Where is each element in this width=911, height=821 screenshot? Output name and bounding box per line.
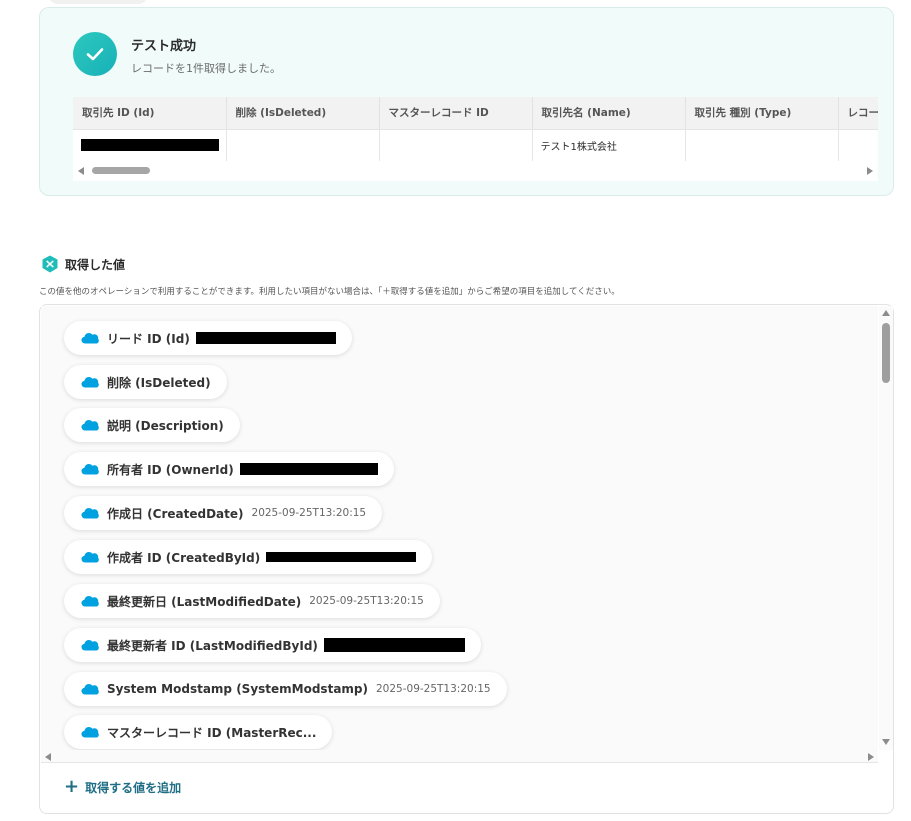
scroll-up-icon[interactable] [882,310,890,316]
success-subtitle: レコードを1件取得しました。 [131,62,281,75]
redacted-value [323,638,465,652]
value-chip-created-by-id[interactable]: 作成者 ID (CreatedById) [64,540,433,574]
value-chip-last-modified-date[interactable]: 最終更新日 (LastModifiedDate) 2025-09-25T13:2… [64,584,440,618]
value-text: 2025-09-25T13:20:15 [251,507,367,519]
cell-account-type [685,129,839,161]
column-header-account-type: 取引先 種別 (Type) [685,97,839,130]
value-chip-master-record-id[interactable]: マスターレコード ID (MasterRec... [64,715,333,749]
redacted-value [195,332,336,344]
value-label: 作成日 (CreatedDate) [107,506,244,521]
values-horizontal-scrollbar[interactable] [41,750,878,763]
scrollbar-thumb[interactable] [882,323,890,383]
success-check-icon [73,32,117,76]
top-tab-edge [48,0,148,4]
add-value-button[interactable]: + 取得する値を追加 [64,778,181,796]
salesforce-cloud-icon [81,377,99,388]
section-title: 取得した値 [65,258,126,272]
column-header-record-type: レコー [838,97,878,130]
cell-record-type [838,129,878,161]
cell-account-name: テスト1株式会社 [532,129,686,161]
value-label: 最終更新者 ID (LastModifiedById) [107,638,318,653]
column-header-account-id: 取引先 ID (Id) [73,97,227,130]
column-header-master-record-id: マスターレコード ID [379,97,533,130]
salesforce-cloud-icon [81,684,99,695]
result-table-header-row: 取引先 ID (Id) 削除 (IsDeleted) マスターレコード ID 取… [73,97,878,130]
section-description: この値を他のオペレーションで利用することができます。利用したい項目がない場合は、… [39,287,620,297]
salesforce-cloud-icon [81,640,99,651]
salesforce-cloud-icon [81,464,99,475]
salesforce-cloud-icon [81,420,99,431]
hexagon-x-icon [42,255,58,273]
value-text: 2025-09-25T13:20:15 [309,595,424,607]
test-result-panel: テスト成功 レコードを1件取得しました。 取引先 ID (Id) 削除 (IsD… [39,7,894,196]
value-text: 2025-09-25T13:20:15 [376,683,491,695]
value-label: System Modstamp (SystemModstamp) [107,682,368,696]
scroll-left-icon[interactable] [45,753,51,761]
redacted-value [239,463,378,475]
value-label: 作成者 ID (CreatedById) [107,550,261,565]
cell-is-deleted [226,129,380,161]
value-chip-last-modified-by-id[interactable]: 最終更新者 ID (LastModifiedById) [64,628,481,662]
scroll-left-icon[interactable] [78,167,84,175]
scrollbar-thumb[interactable] [92,167,150,174]
value-chip-system-modstamp[interactable]: System Modstamp (SystemModstamp) 2025-09… [64,672,507,706]
value-label: マスターレコード ID (MasterRec... [107,725,317,740]
scroll-right-icon[interactable] [867,167,873,175]
value-label: 削除 (IsDeleted) [107,375,211,390]
retrieved-values-box: リード ID (Id) 削除 (IsDeleted) 説明 (Descripti… [39,304,894,814]
plus-icon: + [64,776,80,797]
value-chip-lead-id[interactable]: リード ID (Id) [64,321,352,355]
table-horizontal-scrollbar[interactable] [73,163,878,179]
scroll-down-icon[interactable] [882,739,890,745]
result-table: 取引先 ID (Id) 削除 (IsDeleted) マスターレコード ID 取… [73,97,878,161]
salesforce-cloud-icon [81,727,99,738]
value-chip-is-deleted[interactable]: 削除 (IsDeleted) [64,365,227,399]
redacted-value [81,139,219,152]
value-label: リード ID (Id) [107,331,190,346]
salesforce-cloud-icon [81,596,99,607]
salesforce-cloud-icon [81,333,99,344]
cell-master-record-id [379,129,533,161]
table-row: テスト1株式会社 [73,129,878,161]
column-header-is-deleted: 削除 (IsDeleted) [226,97,380,130]
cell-account-id [73,129,227,161]
redacted-value [266,552,417,562]
value-label: 最終更新日 (LastModifiedDate) [107,594,302,609]
result-table-container: 取引先 ID (Id) 削除 (IsDeleted) マスターレコード ID 取… [73,97,878,181]
success-title: テスト成功 [131,39,197,54]
value-chip-owner-id[interactable]: 所有者 ID (OwnerId) [64,452,394,486]
values-vertical-scrollbar[interactable] [879,306,893,750]
value-chip-created-date[interactable]: 作成日 (CreatedDate) 2025-09-25T13:20:15 [64,496,383,530]
value-chip-description[interactable]: 説明 (Description) [64,408,240,442]
value-label: 所有者 ID (OwnerId) [107,462,234,477]
column-header-account-name: 取引先名 (Name) [532,97,686,130]
scroll-right-icon[interactable] [868,753,874,761]
salesforce-cloud-icon [81,552,99,563]
salesforce-cloud-icon [81,508,99,519]
values-list: リード ID (Id) 削除 (IsDeleted) 説明 (Descripti… [41,306,878,750]
value-label: 説明 (Description) [107,418,224,433]
add-value-label: 取得する値を追加 [85,780,182,795]
